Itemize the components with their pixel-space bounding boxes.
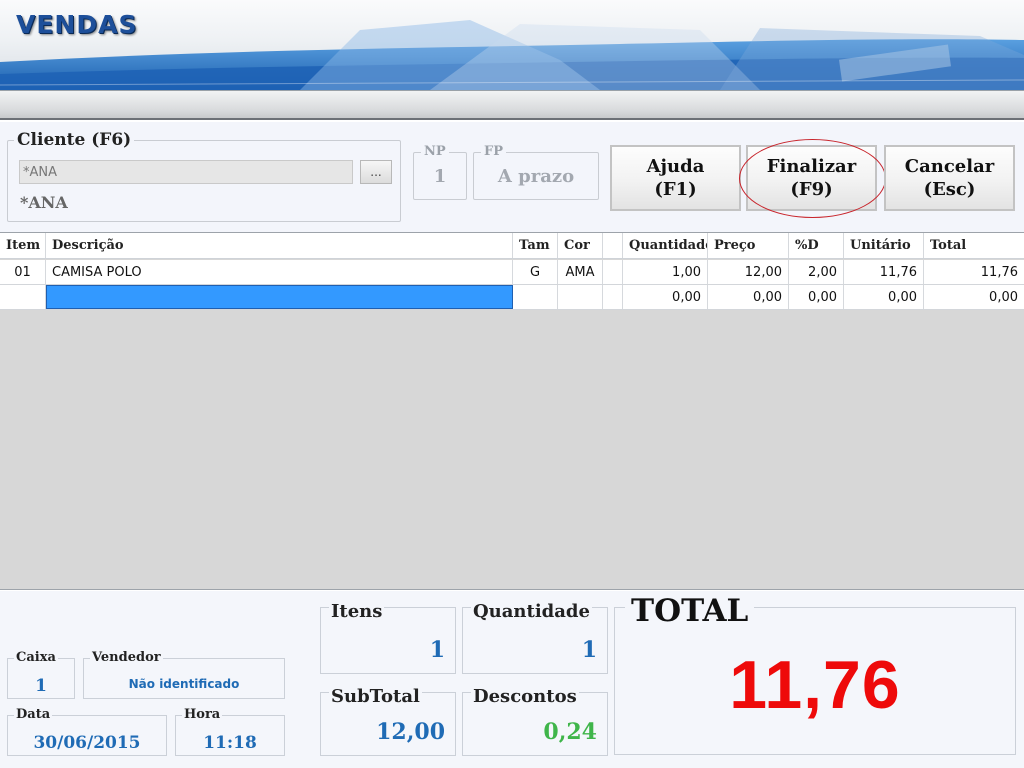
np-field[interactable]: NP 1 (413, 144, 467, 200)
summary-footer: Caixa 1 Vendedor Não identificado Data 3… (0, 591, 1024, 768)
table-row[interactable]: 0,00 0,00 0,00 0,00 0,00 (0, 285, 1024, 310)
discounts-box: Descontos 0,24 (462, 686, 608, 756)
quantity-label: Quantidade (471, 601, 592, 622)
col-header-total[interactable]: Total (924, 233, 1024, 258)
cell-item[interactable] (0, 285, 46, 309)
vendedor-box: Vendedor Não identificado (83, 650, 285, 699)
subtotal-label: SubTotal (329, 686, 422, 707)
fp-field[interactable]: FP A prazo (473, 144, 599, 200)
help-button-label: Ajuda (646, 156, 705, 177)
finish-button-shortcut: (F9) (790, 179, 833, 200)
cancel-button-label: Cancelar (904, 156, 995, 177)
cell-quantity[interactable]: 1,00 (623, 260, 708, 284)
app-title: VENDAS (16, 10, 138, 39)
items-count-value: 1 (429, 637, 445, 663)
vendedor-label: Vendedor (90, 650, 163, 665)
col-header-unit[interactable]: Unitário (844, 233, 924, 258)
cell-discount-percent[interactable]: 2,00 (789, 260, 844, 284)
time-label: Hora (182, 707, 223, 722)
items-count-box: Itens 1 (320, 601, 456, 674)
cancel-button-shortcut: (Esc) (923, 179, 976, 200)
client-label: Cliente (F6) (14, 130, 135, 150)
np-label: NP (421, 144, 449, 159)
client-name: *ANA (20, 193, 68, 212)
finish-button[interactable]: Finalizar (F9) (746, 145, 877, 211)
help-button[interactable]: Ajuda (F1) (610, 145, 741, 211)
cell-item[interactable]: 01 (0, 260, 46, 284)
caixa-value: 1 (35, 676, 47, 696)
total-box: TOTAL 11,76 (614, 593, 1016, 755)
cell-price[interactable]: 0,00 (708, 285, 789, 309)
finish-button-label: Finalizar (766, 156, 857, 177)
col-header-quantity[interactable]: Quantidade (623, 233, 708, 258)
cancel-button[interactable]: Cancelar (Esc) (884, 145, 1015, 211)
table-row[interactable]: 01 CAMISA POLO G AMA 1,00 12,00 2,00 11,… (0, 260, 1024, 285)
col-header-description[interactable]: Descrição (46, 233, 513, 258)
cell-quantity[interactable]: 0,00 (623, 285, 708, 309)
banner-artwork (0, 20, 1024, 90)
header-banner: VENDAS (0, 0, 1024, 90)
client-input[interactable]: *ANA (19, 160, 353, 184)
help-button-shortcut: (F1) (654, 179, 697, 200)
cell-color[interactable] (558, 285, 603, 309)
cell-size[interactable] (513, 285, 558, 309)
time-value: 11:18 (203, 733, 257, 753)
cell-blank[interactable] (603, 285, 623, 309)
grid-header: Item Descrição Tam Cor Quantidade Preço … (0, 233, 1024, 259)
caixa-box: Caixa 1 (7, 650, 75, 699)
cell-unit[interactable]: 0,00 (844, 285, 924, 309)
cell-description[interactable]: CAMISA POLO (46, 260, 513, 284)
quantity-box: Quantidade 1 (462, 601, 608, 674)
cell-total[interactable]: 11,76 (924, 260, 1024, 284)
sale-header-panel: Cliente (F6) *ANA ... *ANA NP 1 FP A pra… (0, 122, 1024, 232)
subtotal-value: 12,00 (376, 719, 445, 745)
discounts-value: 0,24 (543, 719, 597, 745)
discounts-label: Descontos (471, 686, 579, 707)
cell-discount-percent[interactable]: 0,00 (789, 285, 844, 309)
col-header-price[interactable]: Preço (708, 233, 789, 258)
col-header-color[interactable]: Cor (558, 233, 603, 258)
date-value: 30/06/2015 (33, 733, 141, 753)
col-header-discount-percent[interactable]: %D (789, 233, 844, 258)
total-label: TOTAL (625, 593, 755, 629)
fp-value: A prazo (497, 166, 575, 187)
cell-unit[interactable]: 11,76 (844, 260, 924, 284)
np-value: 1 (433, 166, 447, 187)
cell-description-editing[interactable] (46, 285, 513, 309)
total-value: 11,76 (729, 647, 901, 723)
col-header-item[interactable]: Item (0, 233, 46, 258)
cell-price[interactable]: 12,00 (708, 260, 789, 284)
quantity-value: 1 (581, 637, 597, 663)
client-lookup-button[interactable]: ... (360, 160, 392, 184)
cell-blank[interactable] (603, 260, 623, 284)
items-grid[interactable]: Item Descrição Tam Cor Quantidade Preço … (0, 232, 1024, 590)
toolbar-strip (0, 90, 1024, 120)
date-label: Data (14, 707, 53, 722)
cell-size[interactable]: G (513, 260, 558, 284)
col-header-blank[interactable] (603, 233, 623, 258)
items-count-label: Itens (329, 601, 385, 622)
time-box: Hora 11:18 (175, 707, 285, 756)
col-header-size[interactable]: Tam (513, 233, 558, 258)
cell-total[interactable]: 0,00 (924, 285, 1024, 309)
cell-color[interactable]: AMA (558, 260, 603, 284)
date-box: Data 30/06/2015 (7, 707, 167, 756)
vendedor-value: Não identificado (128, 677, 240, 691)
caixa-label: Caixa (14, 650, 58, 665)
fp-label: FP (481, 144, 507, 159)
client-group: Cliente (F6) *ANA ... *ANA (7, 130, 401, 222)
subtotal-box: SubTotal 12,00 (320, 686, 456, 756)
